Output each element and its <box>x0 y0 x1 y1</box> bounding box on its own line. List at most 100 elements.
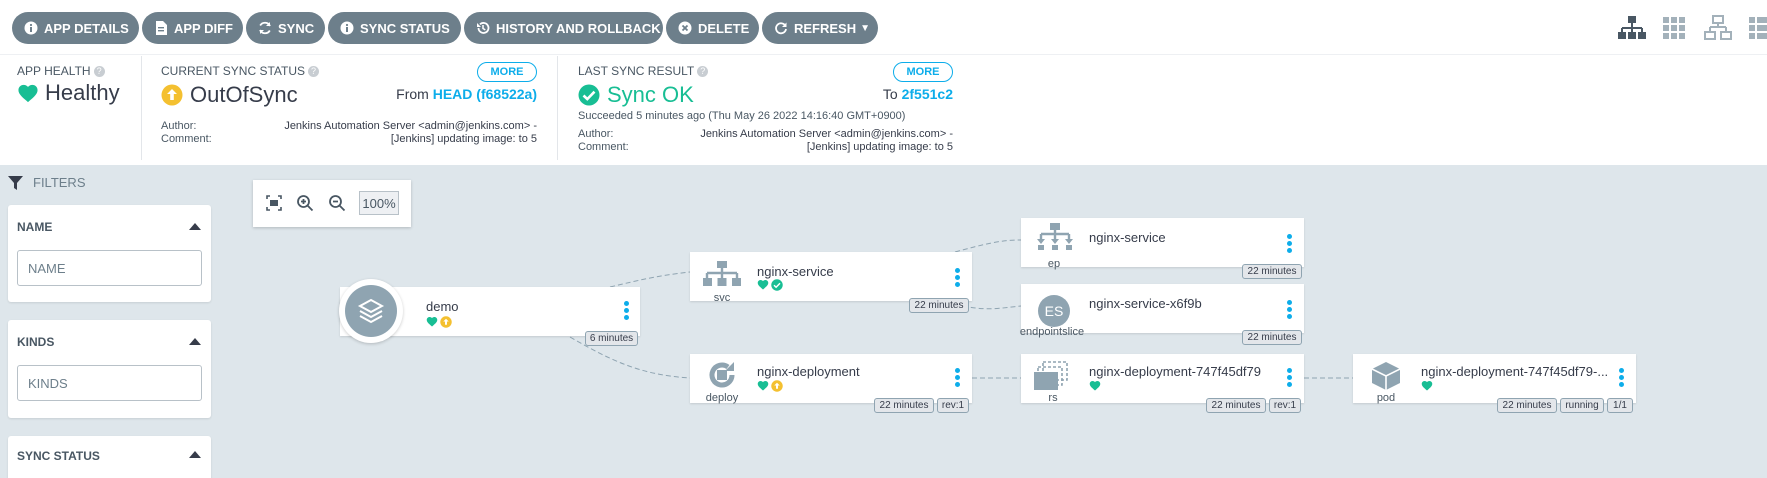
zoom-out-icon[interactable] <box>328 194 346 212</box>
age-tag: 22 minutes <box>1497 398 1557 413</box>
app-details-label: APP DETAILS <box>44 20 129 36</box>
revision-tag: rev:1 <box>1269 398 1301 413</box>
list-view-icon[interactable] <box>1746 14 1767 42</box>
kinds-filter-input[interactable] <box>17 365 202 401</box>
node-status-icons <box>1089 380 1101 391</box>
refresh-icon <box>774 21 788 35</box>
zoom-in-icon[interactable] <box>296 194 314 212</box>
info-icon <box>24 21 38 35</box>
filters-label: FILTERS <box>33 175 86 190</box>
current-sync-from: From HEAD (f68522a) <box>396 86 537 102</box>
fit-screen-icon[interactable] <box>265 194 283 212</box>
refresh-button[interactable]: REFRESH ▼ <box>762 12 878 44</box>
age-tag: 22 minutes <box>874 398 934 413</box>
check-circle-icon <box>771 279 783 291</box>
app-node-icon-ring <box>339 279 403 343</box>
node-name: nginx-service <box>1089 230 1166 245</box>
more-menu-icon[interactable] <box>953 268 961 290</box>
sync-label: SYNC <box>278 20 315 36</box>
node-status-icons <box>1421 380 1433 391</box>
network-view-icon[interactable] <box>1703 14 1733 42</box>
node-kind: svc <box>713 292 731 304</box>
last-sync-status: Sync OK <box>578 82 694 108</box>
node-kind: ep <box>1047 258 1061 270</box>
age-tag: 22 minutes <box>1206 398 1266 413</box>
name-filter-title: NAME <box>17 220 53 234</box>
current-sync-title: CURRENT SYNC STATUS? <box>161 64 320 78</box>
zoom-level[interactable]: 100% <box>359 191 399 215</box>
current-sync-status: OutOfSync <box>161 82 298 108</box>
collapse-icon[interactable] <box>189 223 201 230</box>
heart-icon <box>426 317 438 327</box>
current-sync-more-button[interactable]: MORE <box>477 62 537 82</box>
author-value: Jenkins Automation Server <admin@jenkins… <box>700 128 953 140</box>
file-icon <box>154 21 168 35</box>
node-name: nginx-deployment-747f45df79-... <box>1421 364 1609 379</box>
current-sync-value: OutOfSync <box>190 82 298 107</box>
last-sync-value: Sync OK <box>607 82 694 107</box>
collapse-icon[interactable] <box>189 338 201 345</box>
node-name: demo <box>426 299 459 314</box>
more-menu-icon[interactable] <box>622 301 630 323</box>
comment-value: [Jenkins] updating image: to 5 <box>390 133 537 145</box>
pod-ready-tag: 1/1 <box>1607 398 1633 413</box>
node-kind: endpointslice <box>1019 326 1085 338</box>
help-icon[interactable]: ? <box>697 66 709 77</box>
succeeded-text: Succeeded 5 minutes ago (Thu May 26 2022… <box>578 110 906 122</box>
sync-status-button[interactable]: SYNC STATUS <box>328 12 461 44</box>
resource-node-deploy[interactable]: deploy nginx-deployment 22 minutes rev:1 <box>690 354 972 413</box>
resource-node-pod[interactable]: pod nginx-deployment-747f45df79-... 22 m… <box>1353 354 1636 413</box>
resource-node-rs[interactable]: rs nginx-deployment-747f45df79 22 minute… <box>1021 354 1304 413</box>
app-health-value: Healthy <box>45 80 120 105</box>
delete-button[interactable]: DELETE <box>666 12 759 44</box>
node-name: nginx-deployment <box>757 364 860 379</box>
delete-label: DELETE <box>698 20 750 36</box>
heart-icon <box>18 84 38 103</box>
arrow-up-circle-icon <box>771 380 783 392</box>
name-filter-input[interactable] <box>17 250 202 286</box>
author-label: Author: <box>578 128 614 140</box>
age-tag: 22 minutes <box>1242 330 1302 345</box>
comment-label: Comment: <box>161 133 212 145</box>
more-menu-icon[interactable] <box>1285 368 1293 390</box>
author-value: Jenkins Automation Server <admin@jenkins… <box>284 120 537 132</box>
revision-link[interactable]: HEAD (f68522a) <box>433 86 537 102</box>
filters-header[interactable]: FILTERS <box>8 175 86 190</box>
history-rollback-label: HISTORY AND ROLLBACK <box>496 20 661 36</box>
pod-icon <box>1371 362 1401 390</box>
revision-link[interactable]: 2f551c2 <box>902 86 953 102</box>
more-menu-icon[interactable] <box>953 368 961 390</box>
app-details-button[interactable]: APP DETAILS <box>12 12 139 44</box>
resource-node-svc[interactable]: svc nginx-service 22 minutes <box>690 252 972 313</box>
last-sync-title: LAST SYNC RESULT? <box>578 64 709 78</box>
last-sync-more-button[interactable]: MORE <box>893 62 953 82</box>
layers-icon <box>345 285 397 337</box>
replicaset-icon <box>1034 361 1068 390</box>
node-name: nginx-service-x6f9b <box>1089 296 1202 311</box>
more-menu-icon[interactable] <box>1285 234 1293 256</box>
more-menu-icon[interactable] <box>1285 300 1293 322</box>
app-diff-button[interactable]: APP DIFF <box>142 12 243 44</box>
sync-status-filter-panel: SYNC STATUS <box>8 436 211 478</box>
node-status-icons <box>757 380 783 392</box>
history-rollback-button[interactable]: HISTORY AND ROLLBACK <box>464 12 663 44</box>
sync-status-filter-title: SYNC STATUS <box>17 449 100 463</box>
heart-icon <box>1421 381 1433 391</box>
app-health-title: APP HEALTH? <box>17 64 105 78</box>
check-circle-icon <box>578 84 600 106</box>
app-health-status: Healthy <box>17 80 120 106</box>
more-menu-icon[interactable] <box>1617 368 1625 390</box>
endpoints-icon <box>1037 223 1073 250</box>
heart-icon <box>757 280 769 290</box>
pods-view-icon[interactable] <box>1660 14 1690 42</box>
age-tag: 6 minutes <box>585 331 638 346</box>
sync-button[interactable]: SYNC <box>246 12 325 44</box>
collapse-icon[interactable] <box>189 451 201 458</box>
toolbar: APP DETAILS APP DIFF SYNC SYNC STATUS HI… <box>0 0 1767 55</box>
tree-view-icon[interactable] <box>1617 14 1647 42</box>
info-icon <box>340 21 354 35</box>
resource-node-endpointslice[interactable]: ES endpointslice nginx-service-x6f9b 22 … <box>1020 284 1304 345</box>
resource-node-ep[interactable]: ep nginx-service 22 minutes <box>1021 218 1304 279</box>
help-icon[interactable]: ? <box>93 66 105 77</box>
help-icon[interactable]: ? <box>308 66 320 77</box>
